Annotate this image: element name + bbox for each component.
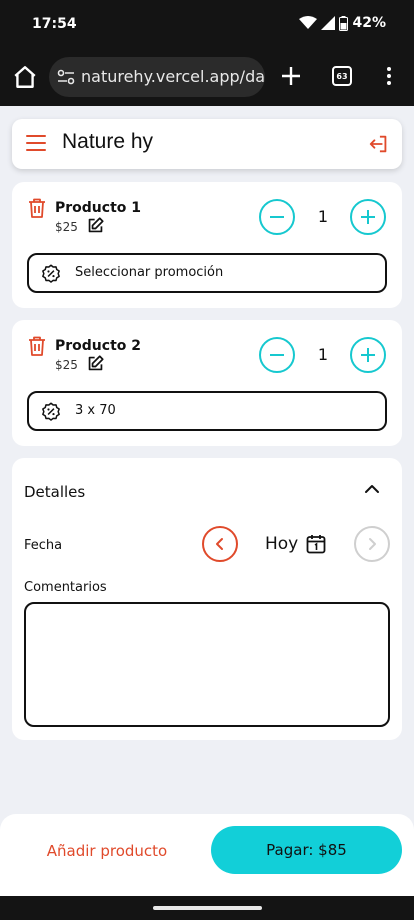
increase-quantity-button[interactable]: [350, 199, 386, 235]
promotion-label: 3 x 70: [75, 403, 116, 418]
product-name: Producto 2: [55, 338, 141, 354]
edit-icon[interactable]: [87, 217, 104, 234]
edit-icon[interactable]: [87, 355, 104, 372]
previous-date-button[interactable]: [202, 526, 238, 562]
add-product-button[interactable]: Añadir producto: [14, 828, 200, 874]
product-price: $25: [55, 358, 78, 372]
product-card: Producto 1 $25 1 Seleccionar promoción: [12, 182, 402, 308]
hamburger-menu-icon[interactable]: [26, 134, 46, 152]
pay-button[interactable]: Pagar: $85: [211, 826, 402, 874]
decrease-quantity-button[interactable]: [259, 337, 295, 373]
select-promotion-button[interactable]: Seleccionar promoción: [27, 253, 387, 293]
chevron-left-icon: [216, 538, 223, 550]
logout-icon[interactable]: [368, 133, 390, 155]
battery-icon: [339, 15, 349, 31]
status-time: 17:54: [32, 16, 77, 32]
tab-switcher-button[interactable]: 63: [332, 66, 352, 86]
battery-percent: 42%: [352, 15, 386, 31]
more-menu-icon[interactable]: [384, 66, 394, 86]
product-name: Producto 1: [55, 200, 141, 216]
comments-label: Comentarios: [24, 580, 107, 595]
signal-icon: [321, 16, 336, 30]
increase-quantity-button[interactable]: [350, 337, 386, 373]
product-price: $25: [55, 220, 78, 234]
comments-input[interactable]: [24, 602, 390, 727]
discount-badge-icon: [42, 264, 60, 283]
new-tab-icon[interactable]: [280, 65, 302, 87]
status-indicators: 42%: [299, 15, 386, 31]
details-section: Detalles Fecha Hoy Comentarios: [12, 458, 402, 740]
promotion-label: Seleccionar promoción: [75, 265, 224, 280]
trash-icon[interactable]: [28, 198, 46, 218]
product-card: Producto 2 $25 1 3 x 70: [12, 320, 402, 446]
wifi-icon: [299, 16, 318, 29]
chevron-up-icon[interactable]: [364, 483, 380, 495]
app-header: Nature hy: [12, 119, 402, 169]
address-bar[interactable]: naturehy.vercel.app/dash: [49, 57, 265, 97]
quantity-value: 1: [317, 207, 329, 226]
home-icon[interactable]: [12, 64, 38, 90]
decrease-quantity-button[interactable]: [259, 199, 295, 235]
home-gesture-handle[interactable]: [153, 906, 262, 910]
calendar-icon[interactable]: [306, 534, 326, 554]
footer-actions: Añadir producto Pagar: $85: [0, 814, 414, 896]
date-value: Hoy: [265, 534, 299, 554]
browser-toolbar: naturehy.vercel.app/dash 63: [0, 48, 414, 106]
date-label: Fecha: [24, 538, 63, 553]
trash-icon[interactable]: [28, 336, 46, 356]
url-text: naturehy.vercel.app/dash: [81, 67, 265, 86]
select-promotion-button[interactable]: 3 x 70: [27, 391, 387, 431]
discount-badge-icon: [42, 402, 60, 421]
next-date-button[interactable]: [354, 526, 390, 562]
app-title: Nature hy: [62, 130, 154, 153]
chevron-right-icon: [369, 538, 376, 550]
status-bar: 17:54 42%: [0, 0, 414, 48]
details-title: Detalles: [24, 483, 86, 501]
quantity-value: 1: [317, 345, 329, 364]
system-nav-bar: [0, 896, 414, 920]
tab-count: 63: [336, 71, 348, 81]
site-settings-icon[interactable]: [57, 68, 75, 86]
